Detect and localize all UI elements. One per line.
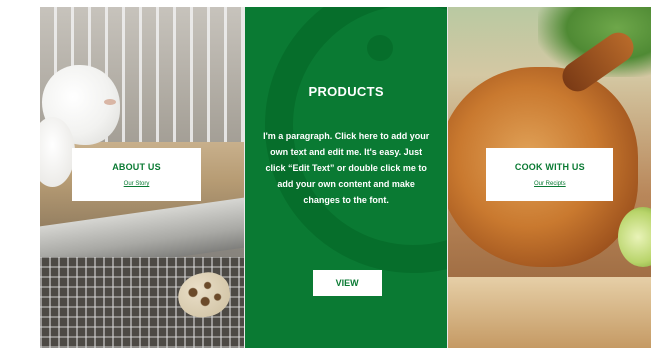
products-paragraph: I'm a paragraph. Click here to add your … [263,131,430,205]
our-recipes-link[interactable]: Our Recipts [534,181,566,187]
view-button[interactable]: VIEW [312,270,382,296]
products-title: PRODUCTS [308,84,384,99]
about-us-title: ABOUT US [112,162,161,172]
quail-beak [104,99,116,105]
wooden-board [448,277,651,348]
about-panel: ABOUT US Our Story [40,7,244,348]
about-us-card: ABOUT US Our Story [72,148,201,201]
our-story-link[interactable]: Our Story [124,181,150,187]
cook-panel: COOK WITH US Our Recipts [448,7,651,348]
products-panel: PRODUCTS I'm a paragraph. Click here to … [244,7,448,348]
feature-strip: ABOUT US Our Story PRODUCTS I'm a paragr… [40,7,651,348]
logo-watermark-dot [366,35,393,61]
cook-with-us-title: COOK WITH US [514,162,585,172]
cook-with-us-card: COOK WITH US Our Recipts [486,148,614,201]
